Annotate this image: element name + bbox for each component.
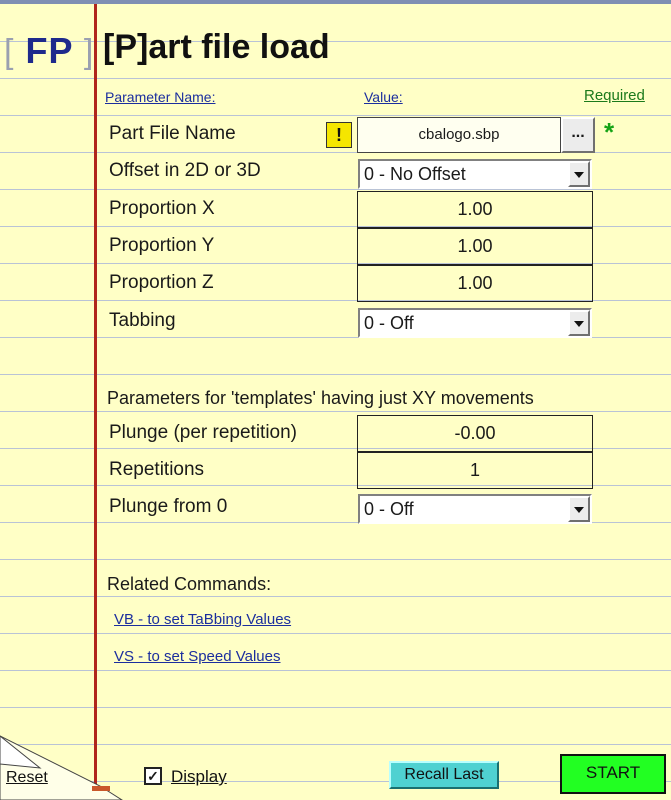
tabbing-label: Tabbing bbox=[109, 310, 176, 331]
column-header-required: Required bbox=[584, 87, 645, 104]
page-curl-icon bbox=[0, 735, 123, 800]
browse-button[interactable]: ... bbox=[561, 117, 595, 153]
chevron-down-icon[interactable] bbox=[568, 310, 590, 336]
proportion-x-input[interactable]: 1.00 bbox=[357, 191, 593, 228]
offset-select-value: 0 - No Offset bbox=[364, 164, 466, 184]
templates-heading: Parameters for 'templates' having just X… bbox=[107, 388, 534, 408]
offset-select[interactable]: 0 - No Offset bbox=[358, 159, 592, 189]
repetitions-input[interactable]: 1 bbox=[357, 452, 593, 489]
page-title: [P]art file load bbox=[103, 28, 330, 66]
plunge-label: Plunge (per repetition) bbox=[109, 422, 297, 443]
proportion-z-label: Proportion Z bbox=[109, 272, 214, 293]
display-label[interactable]: Display bbox=[171, 767, 227, 787]
margin-line bbox=[94, 4, 97, 800]
warning-icon[interactable]: ! bbox=[326, 122, 352, 148]
logo-text: FP bbox=[25, 30, 73, 71]
part-file-label: Part File Name bbox=[109, 123, 236, 144]
proportion-y-input[interactable]: 1.00 bbox=[357, 228, 593, 265]
related-heading: Related Commands: bbox=[107, 574, 272, 594]
proportion-z-input[interactable]: 1.00 bbox=[357, 265, 593, 302]
column-header-value: Value: bbox=[364, 89, 403, 105]
chevron-down-icon[interactable] bbox=[568, 161, 590, 187]
start-button[interactable]: START bbox=[560, 754, 666, 794]
top-border bbox=[0, 0, 671, 4]
proportion-y-label: Proportion Y bbox=[109, 235, 215, 256]
logo-bracket-open: [ bbox=[4, 33, 15, 71]
column-header-name: Parameter Name: bbox=[105, 89, 216, 105]
link-vs-speed[interactable]: VS - to set Speed Values bbox=[114, 648, 281, 665]
recall-last-button[interactable]: Recall Last bbox=[389, 761, 499, 789]
display-checkbox[interactable]: ✓ bbox=[144, 767, 162, 785]
reset-link[interactable]: Reset bbox=[6, 769, 48, 787]
offset-label: Offset in 2D or 3D bbox=[109, 160, 261, 181]
plunge-from-0-label: Plunge from 0 bbox=[109, 496, 228, 517]
proportion-x-label: Proportion X bbox=[109, 198, 215, 219]
logo-bracket-close: ] bbox=[83, 33, 95, 71]
plunge-from-0-select[interactable]: 0 - Off bbox=[358, 494, 592, 524]
link-vb-tabbing[interactable]: VB - to set TaBbing Values bbox=[114, 611, 291, 628]
required-star-icon: * bbox=[604, 117, 615, 147]
command-logo: [ FP ] bbox=[4, 30, 94, 72]
chevron-down-icon[interactable] bbox=[568, 496, 590, 522]
part-file-input[interactable]: cbalogo.sbp bbox=[357, 117, 561, 153]
tabbing-select[interactable]: 0 - Off bbox=[358, 308, 592, 338]
repetitions-label: Repetitions bbox=[109, 459, 205, 480]
plunge-from-0-select-value: 0 - Off bbox=[364, 499, 414, 519]
plunge-input[interactable]: -0.00 bbox=[357, 415, 593, 452]
tabbing-select-value: 0 - Off bbox=[364, 313, 414, 333]
